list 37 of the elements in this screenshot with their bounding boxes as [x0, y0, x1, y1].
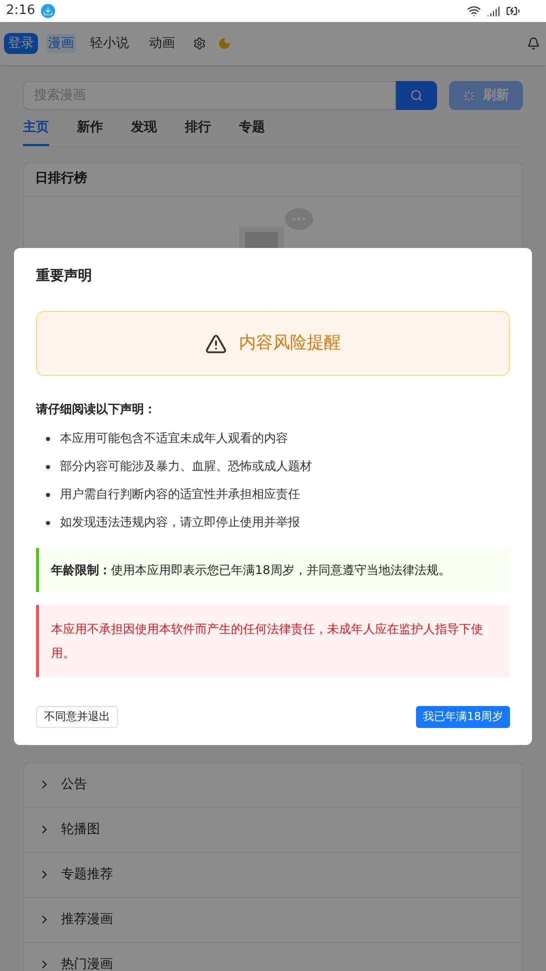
tab[interactable]: 新作 [77, 118, 103, 146]
tab[interactable]: 发现 [131, 118, 157, 146]
intro-text: 请仔细阅读以下声明： [36, 401, 157, 418]
alert-text: 内容风险提醒 [239, 332, 341, 355]
notice-text: 年龄限制：使用本应用即表示您已年满18周岁，并同意遵守当地法律法规。 [36, 548, 510, 592]
download-icon [41, 4, 56, 18]
decline-button[interactable]: 不同意并退出 [36, 706, 118, 728]
status-time: 2:16 [6, 2, 36, 20]
bullet-text: 如发现违法违规内容，请立即停止使用并举报 [60, 514, 300, 531]
dialog-title: 重要声明 [36, 267, 93, 286]
bullet-text: 部分内容可能涉及暴力、血腥、恐怖或成人题材 [60, 458, 312, 475]
nav-tab[interactable]: 轻小说 [84, 34, 135, 54]
signal-icon [487, 4, 500, 18]
card-title: 日排行榜 [35, 170, 87, 188]
search-icon [410, 89, 423, 102]
wifi-icon [467, 4, 481, 18]
bullet-text: 用户需自行判断内容的适宜性并承担相应责任 [60, 486, 300, 503]
tab[interactable]: 排行 [185, 118, 211, 146]
warning-icon [205, 332, 227, 354]
section-header[interactable]: 公告 [24, 762, 522, 808]
nav-tab[interactable]: 动画 [143, 34, 181, 54]
battery-icon [506, 4, 520, 18]
notifications-icon[interactable] [527, 37, 540, 50]
bullet-text: 本应用可能包含不适宜未成年人观看的内容 [60, 430, 288, 447]
section-header[interactable]: 轮播图 [24, 808, 522, 852]
notice-text: 本应用不承担因使用本软件而产生的任何法律责任，未成年人应在监护人指导下使用。 [36, 605, 510, 677]
spinner-icon [463, 90, 475, 102]
tab[interactable]: 主页 [23, 118, 49, 146]
section-header[interactable]: 专题推荐 [24, 852, 522, 898]
settings-icon[interactable] [193, 37, 206, 50]
section-header[interactable]: 热门漫画 [24, 942, 522, 971]
nav-tab[interactable]: 漫画 [46, 34, 76, 54]
section-header[interactable]: 推荐漫画 [24, 898, 522, 942]
login-button[interactable]: 登录 [4, 33, 38, 54]
accept-button[interactable]: 我已年满18周岁 [416, 706, 510, 728]
tab[interactable]: 专题 [239, 118, 265, 146]
search-button[interactable] [396, 81, 437, 110]
